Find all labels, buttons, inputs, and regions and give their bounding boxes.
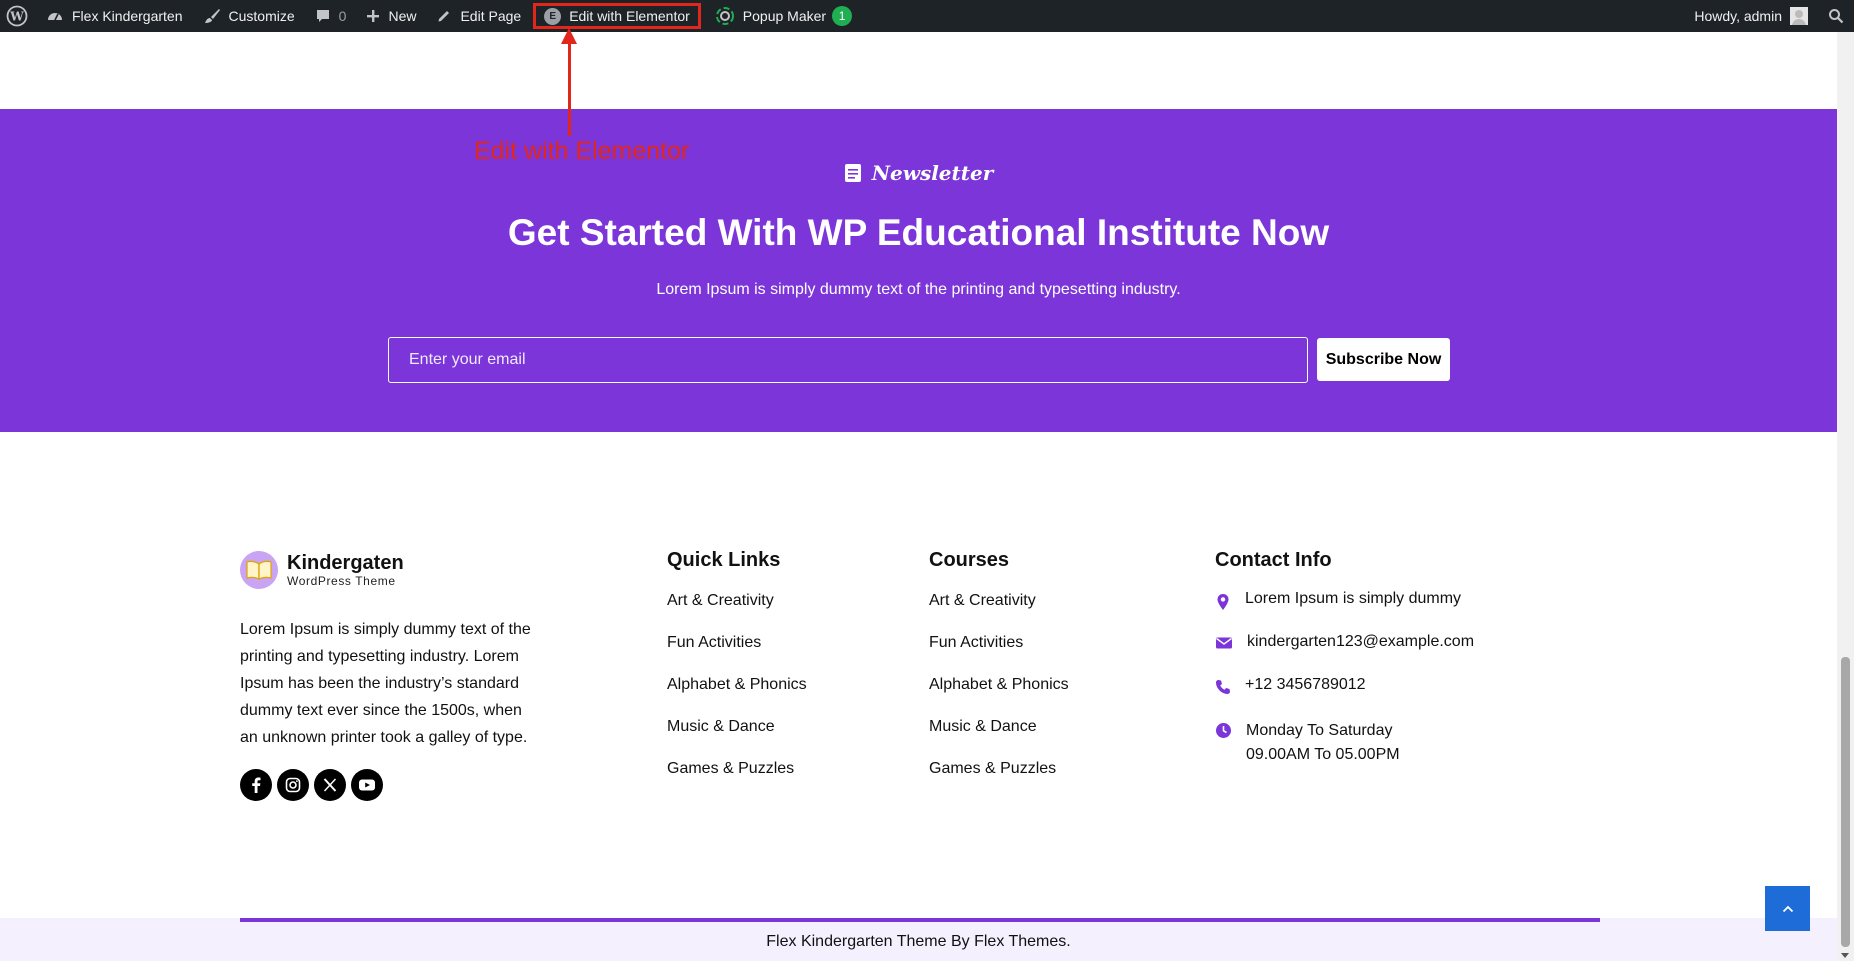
howdy-label: Howdy, admin <box>1694 8 1782 24</box>
contact-hours-days: Monday To Saturday <box>1246 722 1393 739</box>
clock-icon <box>1216 723 1231 738</box>
customize-label: Customize <box>228 8 295 24</box>
quick-link-item[interactable]: Music & Dance <box>667 716 807 758</box>
contact-phone[interactable]: +12 3456789012 <box>1215 676 1474 719</box>
back-to-top-button[interactable] <box>1765 886 1810 931</box>
newsletter-tag-label: Newsletter <box>871 161 994 185</box>
contact-info-column: Contact Info Lorem Ipsum is simply dummy… <box>1215 549 1474 763</box>
paintbrush-icon <box>204 9 220 23</box>
scrollbar-thumb[interactable] <box>1841 657 1850 947</box>
elementor-icon: E <box>544 7 562 25</box>
avatar <box>1790 7 1808 25</box>
quick-links-column: Quick Links Art & Creativity Fun Activit… <box>667 549 807 800</box>
contact-info-title: Contact Info <box>1215 549 1332 571</box>
brand-text: Kindergaten WordPress Theme <box>287 552 404 588</box>
brand-name: Kindergaten <box>287 552 404 574</box>
facebook-link[interactable] <box>240 769 272 801</box>
pencil-icon <box>438 11 450 22</box>
youtube-icon <box>359 779 375 791</box>
admin-search-toggle[interactable] <box>1818 0 1854 32</box>
map-pin-icon <box>1217 594 1229 610</box>
course-link-item[interactable]: Art & Creativity <box>929 590 1069 632</box>
site-name-label: Flex Kindergarten <box>72 8 183 24</box>
new-content-menu[interactable]: New <box>356 0 426 32</box>
annotation-arrow-line <box>568 40 571 136</box>
site-name-menu[interactable]: Flex Kindergarten <box>36 0 193 32</box>
quick-links-list: Art & Creativity Fun Activities Alphabet… <box>667 590 807 800</box>
contact-hours: Monday To Saturday 09.00AM To 05.00PM <box>1215 719 1474 763</box>
email-input[interactable] <box>388 337 1308 383</box>
copyright-text: Flex Kindergarten Theme By Flex Themes. <box>766 933 1071 950</box>
new-label: New <box>388 8 417 24</box>
book-icon <box>844 164 861 182</box>
contact-hours-times: 09.00AM To 05.00PM <box>1246 746 1400 763</box>
chevron-up-icon <box>1782 905 1793 912</box>
comment-bubble-icon <box>316 10 329 22</box>
quick-link-item[interactable]: Art & Creativity <box>667 590 807 632</box>
contact-hours-text: Monday To Saturday 09.00AM To 05.00PM <box>1246 719 1400 767</box>
edit-page-link[interactable]: Edit Page <box>426 0 531 32</box>
page-scrollbar[interactable] <box>1837 32 1854 961</box>
contact-email[interactable]: kindergarten123@example.com <box>1215 633 1474 676</box>
footer-divider-line <box>240 918 1600 922</box>
instagram-link[interactable] <box>277 769 309 801</box>
edit-page-label: Edit Page <box>460 8 522 24</box>
contact-address-text: Lorem Ipsum is simply dummy <box>1245 590 1462 607</box>
contact-phone-text: +12 3456789012 <box>1245 676 1366 693</box>
quick-link-item[interactable]: Alphabet & Phonics <box>667 674 807 716</box>
customize-link[interactable]: Customize <box>193 0 305 32</box>
admin-bar-right: Howdy, admin <box>1684 0 1854 32</box>
course-link-item[interactable]: Music & Dance <box>929 716 1069 758</box>
edit-with-elementor-label: Edit with Elementor <box>569 8 690 24</box>
courses-column: Courses Art & Creativity Fun Activities … <box>929 549 1069 800</box>
courses-title: Courses <box>929 549 1010 571</box>
popup-maker-label: Popup Maker <box>742 8 827 24</box>
courses-list: Art & Creativity Fun Activities Alphabet… <box>929 590 1069 800</box>
wordpress-icon: W <box>6 5 28 27</box>
course-link-item[interactable]: Fun Activities <box>929 632 1069 674</box>
popup-maker-count-badge: 1 <box>832 6 853 26</box>
wordpress-logo-menu[interactable]: W <box>0 0 36 32</box>
dashboard-icon <box>48 13 62 21</box>
comments-count: 0 <box>338 8 347 24</box>
newsletter-description: Lorem Ipsum is simply dummy text of the … <box>656 281 1181 298</box>
scroll-down-arrow-icon[interactable] <box>1841 953 1849 958</box>
quick-link-item[interactable]: Fun Activities <box>667 632 807 674</box>
popup-maker-menu[interactable]: Popup Maker 1 <box>705 0 862 32</box>
phone-icon <box>1216 680 1230 694</box>
youtube-link[interactable] <box>351 769 383 801</box>
search-icon <box>1829 9 1844 24</box>
svg-text:W: W <box>9 10 24 24</box>
comments-link[interactable]: 0 <box>305 0 357 32</box>
open-book-logo-icon <box>240 551 278 589</box>
contact-email-text: kindergarten123@example.com <box>1247 633 1475 650</box>
annotation-label: Edit with Elementor <box>474 137 690 165</box>
popup-maker-icon <box>715 7 734 25</box>
my-account-menu[interactable]: Howdy, admin <box>1684 0 1818 32</box>
instagram-icon <box>285 777 301 793</box>
course-link-item[interactable]: Alphabet & Phonics <box>929 674 1069 716</box>
edit-with-elementor-link[interactable]: E Edit with Elementor <box>533 3 701 29</box>
plus-icon <box>367 10 380 22</box>
footer-about-text: Lorem Ipsum is simply dummy text of the … <box>240 621 531 746</box>
wp-admin-bar: W Flex Kindergarten Customize 0 New Edit… <box>0 0 1854 32</box>
facebook-icon <box>252 777 261 793</box>
contact-address: Lorem Ipsum is simply dummy <box>1215 590 1474 633</box>
quick-link-item[interactable]: Games & Puzzles <box>667 758 807 800</box>
x-twitter-link[interactable] <box>314 769 346 801</box>
newsletter-section: Newsletter Get Started With WP Education… <box>0 109 1837 432</box>
social-links <box>240 769 383 801</box>
quick-links-title: Quick Links <box>667 549 781 571</box>
annotation-arrow-head <box>561 28 577 44</box>
envelope-icon <box>1216 637 1232 649</box>
newsletter-tag: Newsletter <box>0 161 1837 185</box>
subscribe-button[interactable]: Subscribe Now <box>1317 338 1450 381</box>
footer-brand[interactable]: Kindergaten WordPress Theme <box>240 551 404 589</box>
brand-subtitle: WordPress Theme <box>287 574 396 588</box>
newsletter-title: Get Started With WP Educational Institut… <box>507 212 1330 253</box>
course-link-item[interactable]: Games & Puzzles <box>929 758 1069 800</box>
footer-bottom-bar: Flex Kindergarten Theme By Flex Themes. <box>0 918 1837 961</box>
x-twitter-icon <box>323 778 337 792</box>
